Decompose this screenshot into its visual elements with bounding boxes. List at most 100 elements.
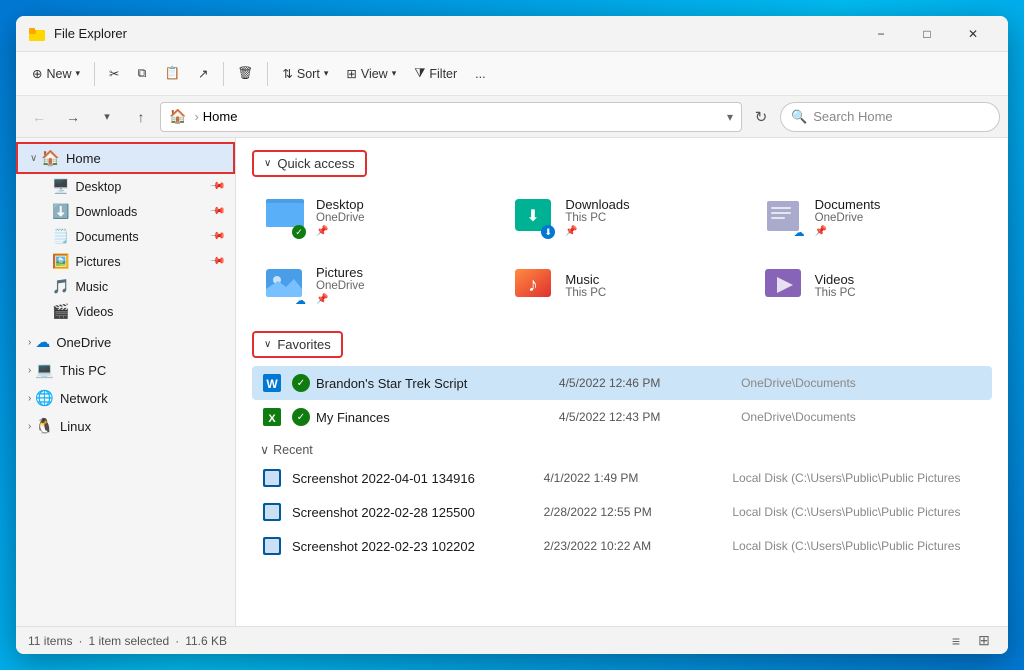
search-icon: 🔍: [791, 109, 807, 125]
qa-item-music[interactable]: ♪ Music This PC: [501, 255, 742, 315]
up-button[interactable]: ↑: [126, 102, 156, 132]
qa-icon-desktop: ✓: [262, 195, 306, 239]
address-path: Home: [203, 109, 238, 124]
recent-row-1[interactable]: Screenshot 2022-02-28 125500 2/28/2022 1…: [252, 495, 992, 529]
address-bar: ← → ▾ ↑ 🏠 › Home ▾ ↻ 🔍 Search Home: [16, 96, 1008, 138]
qa-icon-music: ♪: [511, 263, 555, 307]
pictures-icon: 🖼️: [52, 253, 69, 270]
quick-access-section: ∨ Quick access ✓ Desktop OneDrive 📌: [252, 150, 992, 315]
title-bar-title: File Explorer: [54, 26, 858, 41]
qa-item-desktop[interactable]: ✓ Desktop OneDrive 📌: [252, 187, 493, 247]
sidebar-item-onedrive[interactable]: › ☁ OneDrive: [16, 328, 235, 356]
more-button[interactable]: ...: [467, 62, 493, 86]
pin-icon-qa-pictures: 📌: [316, 294, 365, 305]
filter-button[interactable]: ⧩ Filter: [406, 61, 465, 86]
favorites-chevron: ∨: [264, 339, 271, 350]
title-bar-controls: − □ ✕: [858, 16, 996, 52]
pin-icon-downloads: 📌: [208, 203, 225, 220]
qa-icon-downloads: ⬇ ⬇: [511, 195, 555, 239]
new-button[interactable]: ⊕ New ▾: [24, 61, 88, 86]
qa-icon-documents: ☁: [761, 195, 805, 239]
share-icon: ↗: [198, 66, 208, 81]
qa-info-videos: Videos This PC: [815, 272, 856, 299]
sidebar-item-music[interactable]: 🎵 Music: [16, 274, 235, 299]
qa-icon-pictures: ☁: [262, 263, 306, 307]
delete-button[interactable]: 🗑: [230, 61, 262, 86]
selected-count: 1 item selected: [88, 634, 169, 648]
close-button[interactable]: ✕: [950, 16, 996, 52]
refresh-button[interactable]: ↻: [746, 102, 776, 132]
list-view-button[interactable]: ≡: [944, 629, 968, 653]
copy-icon: ⧉: [138, 66, 147, 81]
favorites-row-1[interactable]: X ✓ My Finances 4/5/2022 12:43 PM OneDri…: [252, 400, 992, 434]
grid-view-button[interactable]: ⊞: [972, 629, 996, 653]
status-separator-2: ·: [175, 634, 179, 648]
sidebar-item-thispc[interactable]: › 💻 This PC: [16, 356, 235, 384]
qa-icon-videos: [761, 263, 805, 307]
address-separator: ›: [194, 109, 198, 124]
paste-button[interactable]: 📋: [156, 61, 188, 86]
qa-info-music: Music This PC: [565, 272, 606, 299]
plus-icon: ⊕: [32, 66, 42, 81]
favorites-check-0: ✓: [292, 374, 310, 392]
expand-icon-thispc: ›: [28, 365, 31, 376]
pin-icon-pictures: 📌: [208, 253, 225, 270]
minimize-button[interactable]: −: [858, 16, 904, 52]
toolbar-separator-3: [267, 62, 268, 86]
pin-icon-documents: 📌: [208, 228, 225, 245]
onedrive-icon: ☁: [35, 333, 50, 351]
forward-button[interactable]: →: [58, 102, 88, 132]
toolbar-separator-2: [223, 62, 224, 86]
expand-icon-linux: ›: [28, 421, 31, 432]
favorites-row-0[interactable]: W ✓ Brandon's Star Trek Script 4/5/2022 …: [252, 366, 992, 400]
qa-item-documents[interactable]: ☁ Documents OneDrive 📌: [751, 187, 992, 247]
qa-item-pictures[interactable]: ☁ Pictures OneDrive 📌: [252, 255, 493, 315]
item-count: 11 items: [28, 634, 72, 648]
sidebar-item-pictures[interactable]: 🖼️ Pictures 📌: [16, 249, 235, 274]
view-controls: ≡ ⊞: [944, 629, 996, 653]
cloud-badge-pictures: ☁: [295, 294, 306, 307]
quick-access-chevron: ∨: [264, 158, 271, 169]
copy-button[interactable]: ⧉: [130, 61, 155, 86]
svg-text:W: W: [266, 377, 278, 391]
quick-access-grid: ✓ Desktop OneDrive 📌 ⬇ ⬇: [252, 187, 992, 315]
main-area: ∨ 🏠 Home 🖥️ Desktop 📌 ⬇️ Downloads 📌 🗒️ …: [16, 138, 1008, 626]
maximize-button[interactable]: □: [904, 16, 950, 52]
quick-access-header[interactable]: ∨ Quick access: [252, 150, 367, 177]
sort-icon: ⇅: [282, 66, 292, 81]
favorites-header[interactable]: ∨ Favorites: [252, 331, 343, 358]
sort-chevron-icon: ▾: [324, 68, 329, 79]
qa-item-downloads[interactable]: ⬇ ⬇ Downloads This PC 📌: [501, 187, 742, 247]
toolbar: ⊕ New ▾ ✂ ⧉ 📋 ↗ 🗑 ⇅ Sort ▾ ⊞ View ▾: [16, 52, 1008, 96]
search-box[interactable]: 🔍 Search Home: [780, 102, 1000, 132]
recent-icon-1: [260, 500, 284, 524]
qa-item-videos[interactable]: Videos This PC: [751, 255, 992, 315]
sidebar-item-linux[interactable]: › 🐧 Linux: [16, 412, 235, 440]
sidebar-item-desktop[interactable]: 🖥️ Desktop 📌: [16, 174, 235, 199]
view-button[interactable]: ⊞ View ▾: [338, 61, 404, 86]
desktop-icon: 🖥️: [52, 178, 69, 195]
sidebar-item-network[interactable]: › 🌐 Network: [16, 384, 235, 412]
home-icon: 🏠: [41, 149, 60, 167]
address-box[interactable]: 🏠 › Home ▾: [160, 102, 742, 132]
sidebar-item-home[interactable]: ∨ 🏠 Home: [16, 142, 235, 174]
content-area: ∨ Quick access ✓ Desktop OneDrive 📌: [236, 138, 1008, 626]
sort-button[interactable]: ⇅ Sort ▾: [274, 61, 336, 86]
cut-button[interactable]: ✂: [101, 61, 127, 86]
sidebar-item-downloads[interactable]: ⬇️ Downloads 📌: [16, 199, 235, 224]
back-button[interactable]: ←: [24, 102, 54, 132]
pin-icon-qa-downloads: 📌: [565, 226, 629, 237]
music-icon: 🎵: [52, 278, 69, 295]
filter-icon: ⧩: [414, 66, 425, 81]
sidebar-item-documents[interactable]: 🗒️ Documents 📌: [16, 224, 235, 249]
favorites-label: Favorites: [277, 337, 330, 352]
address-dropdown-button[interactable]: ▾: [727, 110, 733, 124]
file-size: 11.6 KB: [185, 634, 227, 648]
recent-row-0[interactable]: Screenshot 2022-04-01 134916 4/1/2022 1:…: [252, 461, 992, 495]
recent-locations-button[interactable]: ▾: [92, 102, 122, 132]
sidebar-item-videos[interactable]: 🎬 Videos: [16, 299, 235, 324]
sidebar: ∨ 🏠 Home 🖥️ Desktop 📌 ⬇️ Downloads 📌 🗒️ …: [16, 138, 236, 626]
recent-section: ∨ Recent Screenshot 2022-04-01 134916 4/…: [252, 442, 992, 563]
recent-row-2[interactable]: Screenshot 2022-02-23 102202 2/23/2022 1…: [252, 529, 992, 563]
share-button[interactable]: ↗: [190, 61, 216, 86]
